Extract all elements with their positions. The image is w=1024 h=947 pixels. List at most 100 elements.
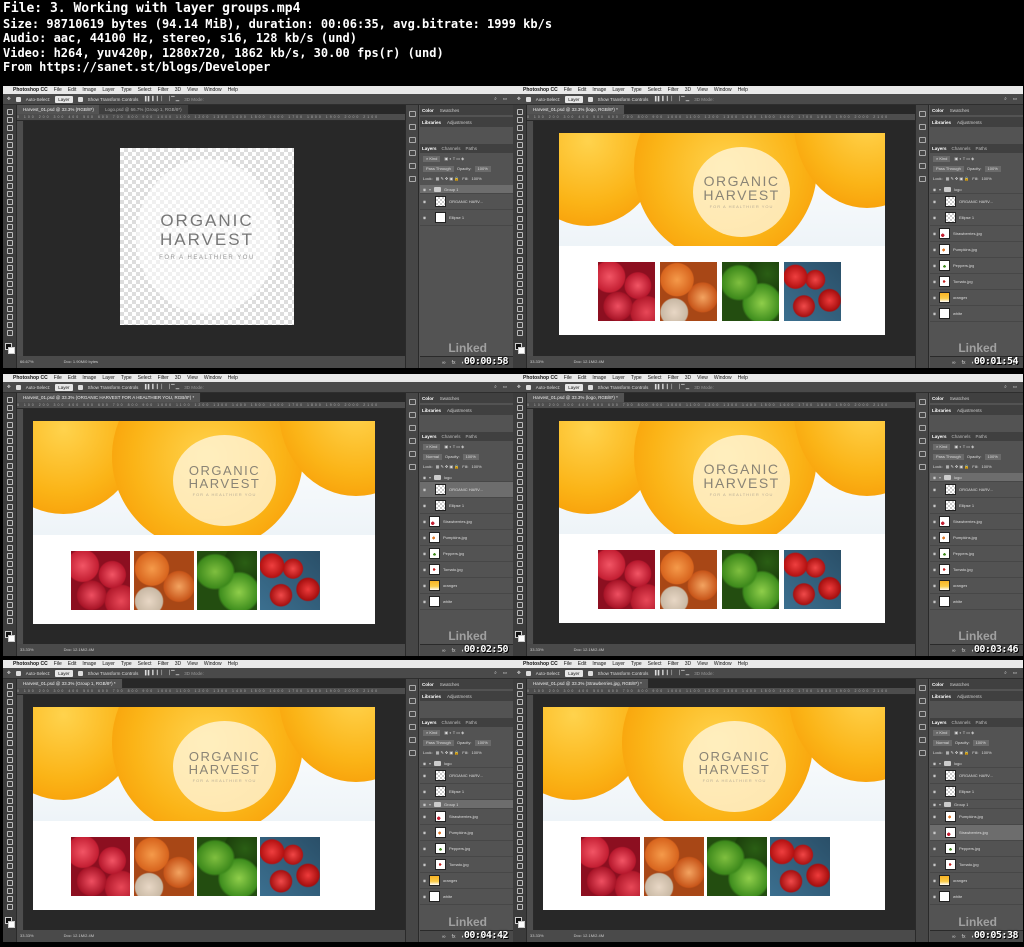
menu-edit[interactable]: Edit [68,87,77,93]
tool-icon[interactable] [517,520,523,526]
tool-icon[interactable] [7,191,13,197]
visibility-eye-icon[interactable]: ◉ [930,846,939,851]
layer-row[interactable]: ◉ oranges [930,290,1023,306]
artboard-canvas[interactable]: ORGANIC HARVEST FOR A HEALTHIER YOU [33,421,375,624]
tool-icon[interactable] [7,215,13,222]
workspace-icon[interactable]: ▭ [1013,96,1017,102]
visibility-eye-icon[interactable]: ◉ [930,551,939,556]
layer-row[interactable]: ◉ Ellipse 1 [930,498,1023,514]
document-tab[interactable]: Harvest_01.psd @ 33.3% (logo, RGB/8*) * [527,105,625,114]
auto-select-checkbox[interactable] [15,670,21,676]
show-transform-checkbox[interactable] [77,96,83,102]
link-icon[interactable]: ∞ [952,934,956,940]
menu-edit[interactable]: Edit [578,87,587,93]
tool-icon[interactable] [7,715,13,722]
blend-mode-dropdown[interactable]: Normal [423,453,442,460]
panel-dock-icon[interactable] [409,698,416,704]
layer-row[interactable]: ◉ Pumpkins.jpg [930,530,1023,546]
tool-icon[interactable] [517,806,523,812]
tab-adjustments[interactable]: Adjustments [957,694,982,699]
tool-icon[interactable] [517,707,523,714]
tool-icon[interactable] [7,593,13,600]
app-name-menu[interactable]: Photoshop CC [523,661,558,667]
tool-icon[interactable] [517,479,523,485]
zoom-readout[interactable]: 33.33% [530,647,544,652]
menu-edit[interactable]: Edit [578,661,587,667]
tool-icon[interactable] [517,847,523,853]
visibility-eye-icon[interactable]: ◉ [930,295,939,300]
tab-paths[interactable]: Paths [976,720,988,725]
tool-icon[interactable] [7,781,13,788]
menu-3d[interactable]: 3D [175,661,181,667]
tool-icon[interactable] [517,232,523,238]
tool-icon[interactable] [7,446,13,453]
panel-dock-icon[interactable] [919,737,926,743]
align-icons[interactable]: ▐ ▌ ▍ ▎ ▏ ▕ ▔ ▁ [653,384,689,390]
tab-color[interactable]: Color [932,108,944,113]
search-icon[interactable]: ⌕ [1004,96,1007,102]
fx-icon[interactable]: fx [962,360,966,366]
tool-icon[interactable] [517,577,523,584]
tool-icon[interactable] [7,454,13,461]
fx-icon[interactable]: fx [962,934,966,940]
tool-icon[interactable] [7,888,13,894]
tool-icon[interactable] [517,281,523,288]
menu-type[interactable]: Type [631,375,642,381]
menu-type[interactable]: Type [121,661,132,667]
visibility-eye-icon[interactable]: ◉ [930,231,939,236]
tool-icon[interactable] [517,273,523,279]
tool-icon[interactable] [7,397,13,403]
panel-dock-icon[interactable] [409,176,416,182]
layer-dropdown[interactable]: Layer [565,95,583,103]
layer-row[interactable]: ◉ Pumpkins.jpg [930,242,1023,258]
panel-dock-icon[interactable] [919,176,926,182]
panel-dock-icon[interactable] [409,150,416,156]
opacity-field[interactable]: 100% [984,165,1001,172]
tool-icon[interactable] [7,610,13,617]
menu-help[interactable]: Help [738,375,748,381]
visibility-eye-icon[interactable]: ◉ [930,263,939,268]
background-color-swatch[interactable] [518,921,525,928]
app-name-menu[interactable]: Photoshop CC [523,87,558,93]
tool-icon[interactable] [7,773,13,780]
tool-icon[interactable] [517,756,523,763]
layer-row[interactable]: ◉ Ellipse 1 [420,784,513,800]
fx-icon[interactable]: fx [452,648,456,654]
visibility-eye-icon[interactable]: ◉ [930,830,939,835]
align-icons[interactable]: ▐ ▌ ▍ ▎ ▏ ▕ ▔ ▁ [143,384,179,390]
layer-row[interactable]: ◉ Peppers.jpg [930,546,1023,562]
menu-select[interactable]: Select [648,375,662,381]
tool-icon[interactable] [517,215,523,222]
menu-layer[interactable]: Layer [102,87,115,93]
document-tab[interactable]: Harvest_01.psd @ 33.3% (RGB/8*) [17,105,101,114]
menu-type[interactable]: Type [121,87,132,93]
tool-icon[interactable] [517,264,523,271]
tool-icon[interactable] [7,838,13,845]
tool-icon[interactable] [517,732,523,739]
tool-icon[interactable] [517,585,523,592]
tool-icon[interactable] [7,806,13,812]
layer-row[interactable]: ◉ Tomato.jpg [930,562,1023,578]
workspace-icon[interactable]: ▭ [503,670,507,676]
opacity-field[interactable]: 100% [474,165,491,172]
layer-row[interactable]: ◉ Pumpkins.jpg [420,825,513,841]
auto-select-checkbox[interactable] [15,96,21,102]
layer-row[interactable]: ◉ Ellipse 1 [420,498,513,514]
move-tool-icon[interactable]: ✥ [517,670,521,676]
tab-layers[interactable]: Layers [932,720,947,725]
tool-icon[interactable] [517,691,523,698]
tool-icon[interactable] [7,740,13,747]
visibility-eye-icon[interactable]: ◉ [420,802,429,807]
tool-icon[interactable] [7,487,13,494]
tool-icon[interactable] [7,577,13,584]
filter-icons[interactable]: ▣ ◐ T ▭ ◈ [444,730,464,735]
panel-dock-icon[interactable] [409,163,416,169]
tool-icon[interactable] [517,125,523,132]
opacity-field[interactable]: 100% [984,453,1001,460]
visibility-eye-icon[interactable]: ◉ [420,199,429,204]
kind-filter-dropdown[interactable]: ⌕ Kind [933,729,951,736]
menu-3d[interactable]: 3D [685,87,691,93]
tool-icon[interactable] [517,715,523,722]
tool-icon[interactable] [517,438,523,444]
layer-row[interactable]: ◉ ORGANIC HARV... [930,194,1023,210]
